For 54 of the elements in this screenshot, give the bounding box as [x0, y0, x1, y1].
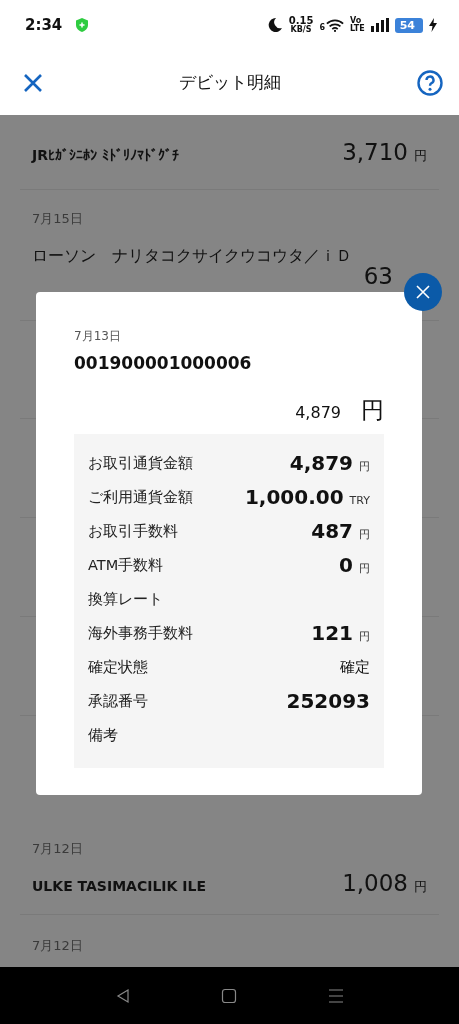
detail-label: 承認番号 — [88, 691, 148, 711]
detail-value: 0 — [339, 553, 353, 577]
total-amount: 4,879 — [295, 403, 341, 422]
page-title: デビット明細 — [179, 71, 281, 94]
merchant-name: JRﾋｶﾞｼﾆﾎﾝ ﾐﾄﾞﾘﾉﾏﾄﾞｸﾞﾁ — [32, 147, 179, 163]
reference-number: 001900001000006 — [74, 353, 253, 373]
speed-value: 0.15 — [288, 16, 314, 26]
currency-label: 円 — [414, 877, 427, 896]
detail-label: ご利用通貨金額 — [88, 487, 193, 507]
unit-label: 円 — [359, 527, 370, 542]
battery-indicator: 54 — [394, 17, 423, 33]
unit-label: 円 — [359, 459, 370, 474]
charging-icon — [429, 18, 437, 32]
unit-label: 円 — [359, 629, 370, 644]
currency-label: 円 — [414, 147, 427, 165]
detail-label: 確定状態 — [88, 657, 148, 677]
signal-icon — [370, 18, 389, 32]
volte-label: Vo — [350, 17, 362, 25]
detail-value: 121 — [311, 621, 353, 645]
close-button[interactable] — [404, 273, 442, 311]
wifi-band-label: 6 — [319, 22, 325, 32]
close-icon[interactable] — [23, 72, 43, 93]
detail-value: 1,000.00 — [244, 485, 344, 509]
moon-icon — [266, 17, 283, 33]
currency-label: 円 — [361, 396, 384, 425]
merchant-name: ULKE TASIMACILIK ILE — [32, 877, 206, 894]
transaction-date: 7月12日 — [32, 839, 84, 858]
back-icon[interactable] — [115, 987, 132, 1004]
home-icon[interactable] — [221, 987, 238, 1004]
detail-value: 4,879 — [289, 451, 353, 475]
detail-label: 換算レート — [88, 589, 163, 609]
lte-label: LTE — [350, 25, 365, 33]
unit-label: 円 — [359, 561, 370, 576]
detail-label: お取引手数料 — [88, 521, 178, 541]
detail-value: 487 — [311, 519, 353, 543]
unit-label: TRY — [349, 494, 370, 507]
detail-label: 備考 — [88, 725, 118, 745]
transaction-date: 7月12日 — [32, 937, 84, 955]
detail-label: 海外事務手数料 — [88, 623, 193, 643]
detail-value: 252093 — [286, 689, 370, 713]
status-time: 2:34 — [25, 16, 63, 34]
speed-unit: KB/S — [290, 26, 312, 34]
transaction-date: 7月15日 — [32, 209, 84, 228]
shield-icon — [76, 18, 89, 32]
amount: 63 — [363, 264, 393, 288]
amount: 3,710 — [342, 139, 408, 165]
wifi-icon — [326, 18, 344, 32]
transaction-date: 7月13日 — [74, 328, 122, 345]
detail-label: お取引通貨金額 — [88, 453, 193, 473]
detail-value: 確定 — [340, 657, 370, 677]
detail-label: ATM手数料 — [88, 555, 164, 575]
amount: 1,008 — [342, 869, 408, 896]
help-icon[interactable] — [417, 69, 443, 96]
merchant-name: ローソン ナリタコクサイクウコウタ／ｉＤ — [32, 245, 353, 267]
